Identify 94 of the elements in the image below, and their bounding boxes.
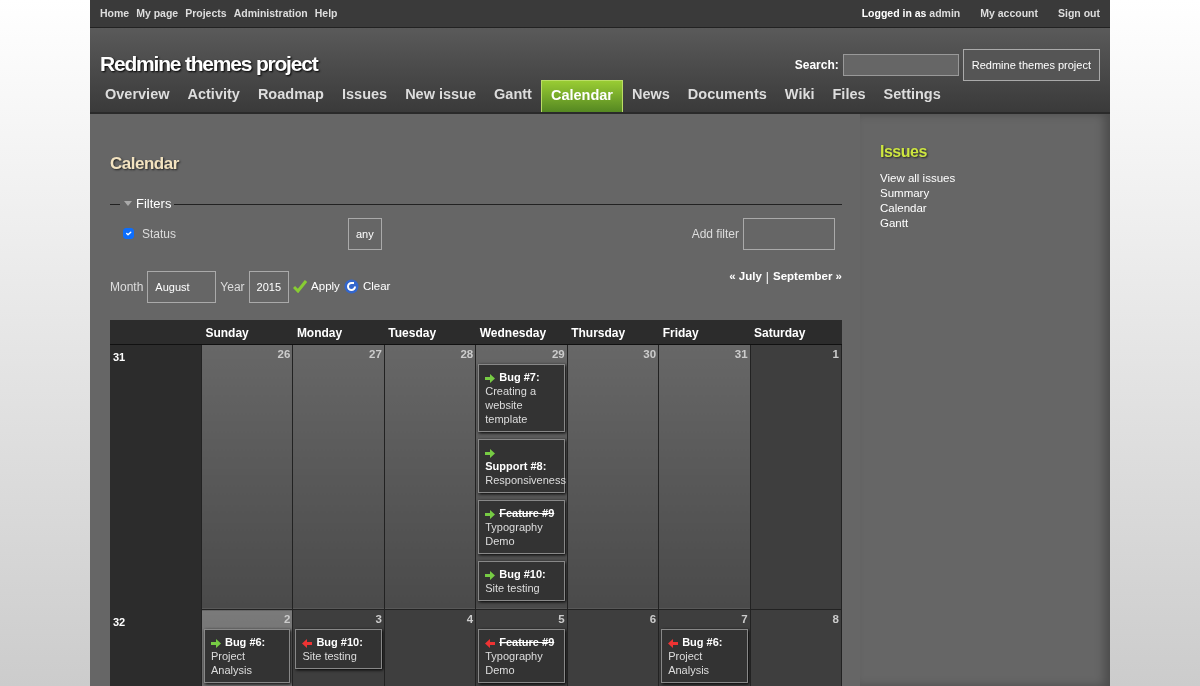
issue-subject: Project Analysis bbox=[668, 650, 710, 677]
day-number: 1 bbox=[831, 346, 839, 362]
issue-card[interactable]: Bug #6: Project Analysis bbox=[203, 629, 291, 684]
user-link[interactable]: admin bbox=[929, 6, 961, 19]
month-label: Month bbox=[110, 278, 144, 296]
day-number: 7 bbox=[740, 612, 748, 628]
menu-tab[interactable]: New issue bbox=[396, 80, 486, 112]
issue-card[interactable]: Support #8: Responsiveness bbox=[478, 439, 565, 494]
check-icon bbox=[293, 280, 308, 294]
issue-link[interactable]: Bug #10: bbox=[499, 568, 546, 581]
prev-month-link[interactable]: « July bbox=[729, 267, 762, 286]
project-button[interactable]: Redmine themes project bbox=[962, 49, 1100, 81]
top-menu-link[interactable]: Projects bbox=[185, 5, 227, 22]
day-header: Monday bbox=[292, 319, 385, 345]
issue-link[interactable]: Bug #10: bbox=[316, 636, 363, 649]
issue-subject: Site testing bbox=[302, 650, 357, 663]
day-number: 3 bbox=[374, 612, 382, 628]
day-number: 31 bbox=[733, 346, 748, 362]
menu-tab[interactable]: Activity bbox=[178, 80, 249, 112]
day-number: 8 bbox=[831, 612, 839, 628]
issue-link[interactable]: Support #8: bbox=[485, 460, 547, 473]
top-menu-link[interactable]: My page bbox=[136, 5, 179, 22]
issue-link[interactable]: Bug #6: bbox=[682, 636, 723, 649]
next-month-link[interactable]: September » bbox=[772, 267, 842, 286]
top-menu-link[interactable]: My account bbox=[980, 5, 1038, 22]
top-menu-link[interactable]: Administration bbox=[233, 5, 308, 22]
issue-subject: Project Analysis bbox=[210, 650, 252, 677]
reload-icon bbox=[343, 279, 359, 295]
separator: | bbox=[765, 268, 769, 286]
logged-in-text: Logged in as bbox=[861, 6, 928, 19]
sidebar-link[interactable]: Summary bbox=[880, 186, 1090, 202]
sidebar-title: Issues bbox=[880, 142, 928, 162]
day-number: 27 bbox=[368, 346, 382, 362]
month-select[interactable]: August bbox=[147, 270, 217, 303]
week-number: 32 bbox=[110, 609, 202, 686]
day-header: Sunday bbox=[201, 319, 293, 345]
day-number: 28 bbox=[459, 346, 474, 362]
issue-link[interactable]: Bug #7: bbox=[499, 371, 540, 384]
day-header: Friday bbox=[658, 319, 751, 345]
menu-tab[interactable]: Overview bbox=[96, 80, 179, 112]
search-field[interactable] bbox=[842, 54, 959, 76]
filter-label: Status bbox=[142, 225, 178, 243]
issue-link[interactable]: Bug #6: bbox=[224, 636, 266, 649]
issue-card[interactable]: Bug #10: Site testing bbox=[478, 561, 565, 602]
week-number: 31 bbox=[110, 344, 202, 610]
issue-subject: Site testing bbox=[485, 582, 540, 595]
sidebar-link[interactable]: Gantt bbox=[880, 216, 1090, 232]
day-header: Wednesday bbox=[475, 319, 568, 345]
menu-tab[interactable]: Roadmap bbox=[248, 80, 333, 112]
day-number: 30 bbox=[642, 346, 657, 362]
clear-link[interactable]: Clear bbox=[343, 278, 391, 296]
issue-card[interactable]: Feature #9 Typography Demo bbox=[478, 629, 565, 684]
issue-subject: Creating a website template bbox=[485, 385, 536, 426]
add-filter-label: Add filter bbox=[691, 225, 739, 243]
add-filter-select[interactable] bbox=[743, 217, 835, 250]
day-number: 6 bbox=[648, 612, 657, 628]
issue-card[interactable]: Feature #9 Typography Demo bbox=[478, 500, 565, 555]
issue-card[interactable]: Bug #6: Project Analysis bbox=[661, 629, 748, 684]
year-label: Year bbox=[220, 278, 245, 296]
page-title: Calendar bbox=[110, 154, 180, 175]
day-header: Thursday bbox=[567, 319, 659, 345]
day-number: 29 bbox=[550, 346, 565, 362]
day-header: Saturday bbox=[750, 319, 842, 345]
search-label: Search: bbox=[794, 57, 839, 74]
day-number: 2 bbox=[282, 612, 291, 628]
sidebar-link[interactable]: View all issues bbox=[880, 171, 1090, 187]
status-checkbox[interactable] bbox=[123, 228, 134, 240]
top-menu-link[interactable]: Sign out bbox=[1058, 5, 1100, 22]
top-menu-link[interactable]: Help bbox=[314, 5, 338, 22]
menu-tab[interactable]: Files bbox=[823, 80, 875, 112]
year-select[interactable]: 2015 bbox=[248, 270, 290, 303]
menu-tab[interactable]: Documents bbox=[678, 80, 776, 112]
issue-link[interactable]: Feature #9 bbox=[499, 636, 555, 649]
day-number: 5 bbox=[557, 612, 565, 628]
day-number: 4 bbox=[465, 612, 474, 628]
day-header: Tuesday bbox=[384, 319, 476, 345]
issue-link[interactable]: Feature #9 bbox=[499, 507, 555, 520]
menu-tab[interactable]: Wiki bbox=[775, 80, 824, 112]
issue-card[interactable]: Bug #7: Creating a website template bbox=[478, 364, 565, 433]
issue-subject: Typography Demo bbox=[485, 650, 543, 677]
menu-tab[interactable]: News bbox=[622, 80, 679, 112]
day-number: 26 bbox=[276, 346, 291, 362]
menu-tab[interactable]: Issues bbox=[332, 80, 397, 112]
apply-link[interactable]: Apply bbox=[293, 278, 340, 296]
issue-card[interactable]: Bug #10: Site testing bbox=[295, 629, 382, 670]
filters-toggle[interactable]: Filters bbox=[124, 194, 172, 214]
status-select[interactable]: any bbox=[348, 217, 382, 250]
sidebar-link[interactable]: Calendar bbox=[880, 201, 1090, 217]
project-title: Redmine themes project bbox=[100, 51, 318, 77]
menu-tab[interactable]: Gantt bbox=[485, 80, 541, 112]
top-menu-link[interactable]: Home bbox=[100, 5, 130, 22]
issue-subject: Responsiveness bbox=[485, 474, 566, 487]
menu-tab[interactable]: Settings bbox=[874, 80, 950, 112]
issue-subject: Typography Demo bbox=[485, 521, 543, 548]
